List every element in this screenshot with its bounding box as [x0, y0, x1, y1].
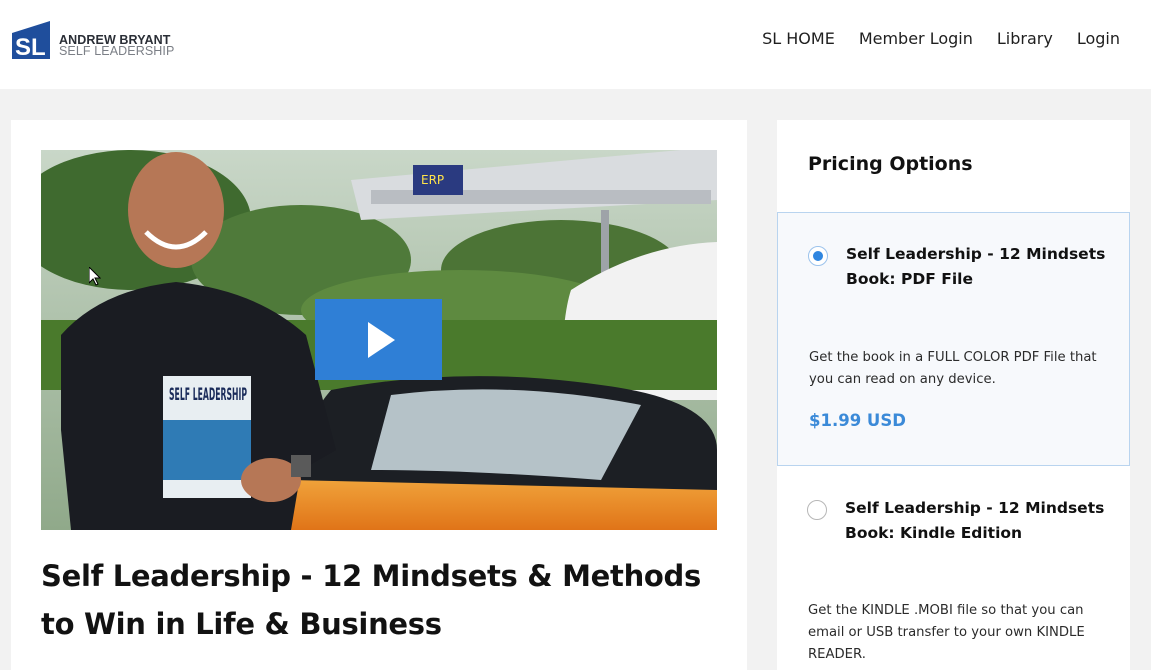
pricing-panel: Pricing Options Self Leadership - 12 Min…	[777, 120, 1130, 670]
course-title: Self Leadership - 12 Mindsets & Methods …	[41, 559, 701, 641]
option-name: Self Leadership - 12 Mindsets Book: PDF …	[846, 245, 1106, 288]
nav-login[interactable]: Login	[1077, 29, 1120, 48]
play-icon	[368, 321, 395, 358]
mouse-cursor-icon	[89, 267, 101, 286]
svg-text:SL: SL	[15, 34, 46, 59]
course-video[interactable]: ERP SELF LEADERSHIP	[41, 150, 717, 530]
option-description: Get the book in a FULL COLOR PDF File th…	[809, 350, 1097, 387]
radio-pdf-selected[interactable]	[808, 246, 828, 266]
svg-text:ERP: ERP	[421, 173, 444, 187]
nav-member-login[interactable]: Member Login	[859, 29, 973, 48]
pricing-option-pdf[interactable]: Self Leadership - 12 Mindsets Book: PDF …	[777, 212, 1130, 466]
logo-mark: SL	[12, 21, 50, 59]
radio-kindle[interactable]	[807, 500, 827, 520]
option-description: Get the KINDLE .MOBI file so that you ca…	[808, 603, 1085, 662]
pricing-option-kindle[interactable]: Self Leadership - 12 Mindsets Book: Kind…	[777, 472, 1130, 670]
pricing-title: Pricing Options	[808, 153, 973, 175]
option-name: Self Leadership - 12 Mindsets Book: Kind…	[845, 499, 1105, 542]
option-price: $1.99 USD	[809, 411, 906, 430]
site-header: SL ANDREW BRYANT SELF LEADERSHIP SL HOME…	[0, 0, 1151, 89]
logo-tagline: SELF LEADERSHIP	[59, 44, 175, 58]
site-logo[interactable]: SL ANDREW BRYANT SELF LEADERSHIP	[12, 21, 174, 59]
play-button[interactable]	[315, 299, 442, 380]
svg-text:SELF LEADERSHIP: SELF LEADERSHIP	[169, 385, 247, 405]
main-nav: SL HOME Member Login Library Login	[738, 29, 1120, 48]
course-card: ERP SELF LEADERSHIP Self Leadership - 12…	[11, 120, 747, 670]
nav-library[interactable]: Library	[997, 29, 1053, 48]
nav-sl-home[interactable]: SL HOME	[762, 29, 835, 48]
